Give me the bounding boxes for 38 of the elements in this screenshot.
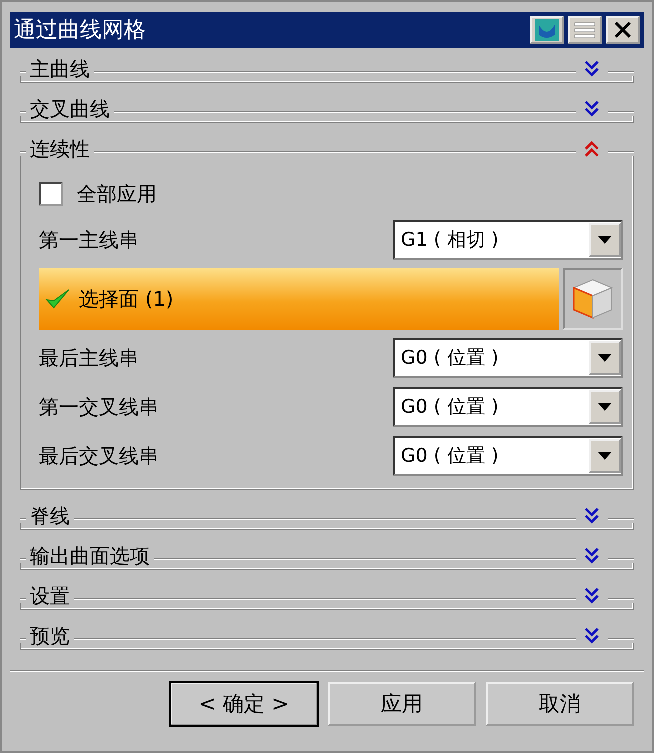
section-title[interactable]: 设置 [26,582,74,610]
expand-icon[interactable] [582,59,602,79]
dropdown[interactable]: G0 ( 位置 ) [393,436,623,476]
section-title[interactable]: 连续性 [26,136,94,162]
expand-icon[interactable] [582,506,602,526]
expand-icon[interactable] [582,546,602,566]
reset-icon [535,19,559,41]
reset-button[interactable] [530,16,564,44]
section-title[interactable]: 主曲线 [26,56,94,82]
field-label: 最后主线串 [39,344,139,372]
dropdown-arrow-icon [598,403,612,411]
dialog-button[interactable]: 应用 [328,682,476,726]
section-title[interactable]: 脊线 [26,502,74,530]
field-label: 第一主线串 [39,226,139,254]
dropdown-arrow-icon [598,452,612,460]
section-title[interactable]: 输出曲面选项 [26,542,154,570]
dropdown[interactable]: G1 ( 相切 ) [393,220,623,260]
dropdown-arrow-icon [598,354,612,362]
section-title[interactable]: 预览 [26,622,74,650]
section-title[interactable]: 交叉曲线 [26,96,114,122]
expand-icon[interactable] [582,626,602,646]
expand-icon[interactable] [582,99,602,119]
close-button[interactable] [606,16,640,44]
dialog-button[interactable]: 取消 [486,682,634,726]
dropdown-arrow-icon [598,236,612,244]
checkbox[interactable] [39,182,63,206]
dialog-button[interactable]: < 确定 > [170,682,318,726]
selection-bar[interactable]: 选择面 (1) [39,268,559,330]
menu-icon [574,20,596,40]
face-select-button[interactable] [563,268,623,330]
field-label: 第一交叉线串 [39,394,159,420]
expand-icon[interactable] [582,586,602,606]
window-title: 通过曲线网格 [14,17,146,45]
dropdown[interactable]: G0 ( 位置 ) [393,387,623,427]
field-label: 最后交叉线串 [39,442,159,470]
close-icon [614,21,632,39]
checkbox-label: 全部应用 [77,180,157,208]
dropdown[interactable]: G0 ( 位置 ) [393,338,623,378]
